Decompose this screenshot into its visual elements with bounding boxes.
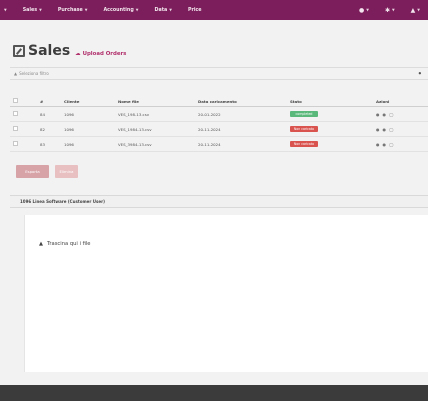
- edit-icon[interactable]: ●: [383, 127, 387, 132]
- nav-item-accounting[interactable]: Accounting ▼: [95, 8, 146, 13]
- dropzone-label-group: ▲ Trascina qui i file: [39, 241, 91, 247]
- cell-num: 82: [40, 126, 45, 132]
- cell-file: VES_198-13.csv: [118, 111, 150, 117]
- upload-orders-link[interactable]: ☁ Upload Orders: [75, 51, 126, 59]
- row-checkbox-cell: [10, 126, 26, 132]
- cell-state: Non caricato: [289, 141, 376, 147]
- delete-icon[interactable]: ◯: [389, 127, 393, 132]
- col-header-num[interactable]: #: [26, 99, 46, 104]
- cell-date: 20-11-2024: [198, 126, 221, 132]
- settings-button[interactable]: ✱ ▼: [377, 7, 403, 14]
- col-header-cliente[interactable]: Cliente: [46, 99, 95, 104]
- nav-item-purchase[interactable]: Purchase ▼: [50, 8, 96, 13]
- edit-icon: [13, 45, 25, 57]
- cell-cliente: 1096: [64, 111, 74, 117]
- chevron-down-icon: ▼: [39, 8, 42, 12]
- table-row[interactable]: 82 1096 VES_1984-13.csv 20-11-2024 Non c…: [10, 122, 428, 137]
- user-button[interactable]: ▲ ▼: [403, 7, 428, 14]
- nav-item-label: Price: [187, 7, 202, 13]
- nav-item-label: Accounting: [103, 7, 134, 13]
- view-icon[interactable]: ●: [376, 127, 380, 132]
- nav-item-label: Purchase: [57, 7, 83, 13]
- chevron-down-icon: ▼: [84, 8, 88, 12]
- cell-date: 20-11-2024: [198, 141, 221, 147]
- cell-file: VES_3984-13.csv: [118, 141, 152, 147]
- edit-icon[interactable]: ●: [383, 142, 387, 147]
- chevron-down-icon: ▼: [4, 8, 7, 12]
- chevron-down-icon: ▼: [169, 8, 172, 12]
- chevron-down-icon: ▼: [417, 8, 420, 12]
- status-badge: Non caricato: [290, 126, 318, 132]
- row-checkbox[interactable]: [13, 111, 18, 116]
- settings-icon: ✱: [384, 6, 390, 14]
- page-header: Sales ☁ Upload Orders: [13, 43, 126, 59]
- col-header-state[interactable]: Stato: [289, 99, 376, 104]
- bottom-bar: [0, 385, 428, 401]
- cell-num: 83: [40, 141, 45, 147]
- delete-icon[interactable]: ◯: [389, 142, 393, 147]
- status-badge: Non caricato: [290, 141, 318, 147]
- page-title: Sales: [28, 43, 71, 59]
- col-header-file[interactable]: Nome file: [95, 99, 189, 104]
- table-row[interactable]: 84 1096 VES_198-13.csv 20-01-2022 comple…: [10, 107, 428, 122]
- dropzone-label: Trascina qui i file: [47, 241, 91, 247]
- row-actions: ● ● ◯: [376, 127, 393, 132]
- upload-icon: ▲: [39, 241, 43, 247]
- sales-table: # Cliente Nome file Data caricamento Sta…: [10, 96, 428, 152]
- edit-icon[interactable]: ●: [383, 112, 387, 117]
- col-header-date[interactable]: Data caricamento: [189, 99, 289, 104]
- page-title-group: Sales: [13, 43, 70, 59]
- cell-num: 84: [40, 111, 45, 117]
- user-icon: ▲: [410, 6, 416, 14]
- nav-right-group: ● ▼ ✱ ▼ ▲ ▼: [351, 7, 428, 14]
- row-checkbox-cell: [10, 111, 26, 117]
- delete-icon[interactable]: ◯: [389, 112, 393, 117]
- file-dropzone[interactable]: ▲ Trascina qui i file: [24, 215, 428, 372]
- nav-item-label: Data: [154, 7, 168, 13]
- upload-orders-label: Upload Orders: [82, 51, 127, 57]
- table-header-row: # Cliente Nome file Data caricamento Sta…: [10, 96, 428, 107]
- customer-section-header: 1096 Linea Software (Customer User): [10, 195, 428, 208]
- chevron-down-icon: ▼: [135, 8, 139, 12]
- col-header-actions: Azioni: [376, 98, 390, 104]
- filter-bar: ▲ Seleziona filtro ⚫: [10, 67, 428, 80]
- section-title: 1096 Linea Software (Customer User): [20, 199, 105, 204]
- row-actions: ● ● ◯: [376, 142, 393, 147]
- nav-item-data[interactable]: Data ▼: [146, 8, 179, 13]
- cloud-upload-icon: ☁: [75, 51, 81, 57]
- notification-icon: ●: [358, 6, 365, 14]
- cell-state: Non caricato: [289, 126, 376, 132]
- view-icon[interactable]: ●: [376, 142, 380, 147]
- cell-cliente: 1096: [64, 126, 74, 132]
- row-checkbox[interactable]: [13, 141, 18, 146]
- filter-icon: ▲: [14, 71, 18, 76]
- chevron-down-icon: ▼: [391, 8, 395, 12]
- export-button[interactable]: Esporta: [16, 165, 49, 178]
- filter-label: Seleziona filtro: [19, 71, 49, 76]
- status-badge: completed: [290, 111, 318, 117]
- select-all-checkbox[interactable]: [13, 98, 18, 103]
- filter-toggle[interactable]: ▲ Seleziona filtro: [14, 71, 49, 76]
- cell-cliente: 1096: [64, 141, 74, 147]
- select-all-checkbox-cell: [10, 98, 26, 104]
- nav-item-sales[interactable]: Sales ▼: [15, 8, 50, 13]
- nav-item-price[interactable]: Price: [180, 8, 210, 13]
- row-checkbox[interactable]: [13, 126, 18, 131]
- view-icon[interactable]: ●: [376, 112, 380, 117]
- nav-item-label: Sales: [22, 7, 38, 13]
- cell-date: 20-01-2022: [198, 111, 221, 117]
- table-row[interactable]: 83 1096 VES_3984-13.csv 20-11-2024 Non c…: [10, 137, 428, 152]
- row-checkbox-cell: [10, 141, 26, 147]
- top-navbar: ▼ Sales ▼ Purchase ▼ Accounting ▼ Data ▼…: [0, 0, 428, 20]
- delete-button[interactable]: Elimina: [55, 165, 78, 178]
- cell-file: VES_1984-13.csv: [118, 126, 152, 132]
- row-actions: ● ● ◯: [376, 112, 393, 117]
- cell-state: completed: [289, 111, 376, 117]
- chevron-down-icon: ▼: [366, 8, 369, 12]
- notification-button[interactable]: ● ▼: [351, 7, 377, 14]
- nav-menu-toggle[interactable]: ▼: [0, 8, 15, 12]
- table-action-buttons: Esporta Elimina: [16, 165, 78, 178]
- columns-icon[interactable]: ⚫: [418, 71, 424, 77]
